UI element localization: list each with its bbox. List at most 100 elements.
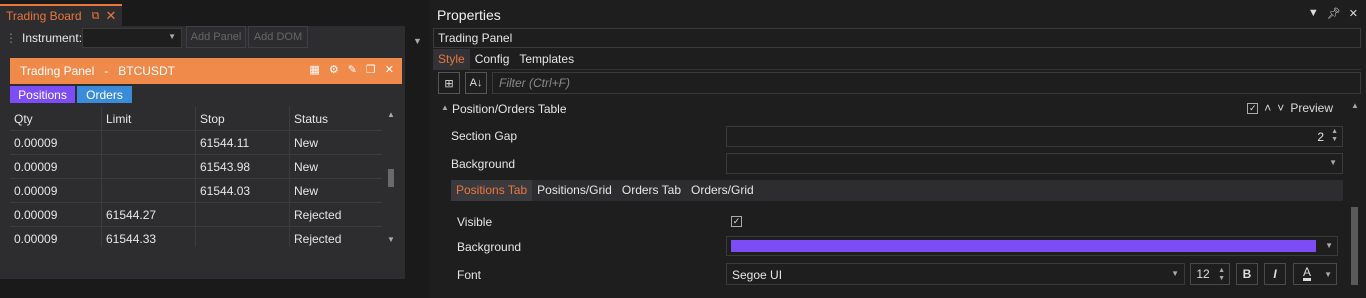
close-icon[interactable]: ✕ [385,63,394,76]
positions-subtabs: Positions Tab Positions/Grid Orders Tab … [451,180,1343,201]
tab-orders-tab[interactable]: Orders Tab [617,180,686,201]
column-header-status[interactable]: Status [290,107,382,131]
tab-style[interactable]: Style [433,49,470,69]
trading-panel-header[interactable]: Trading Panel - BTCUSDT ▦ ⚙ ✎ ❐ ✕ [10,58,402,84]
font-color-button[interactable]: A ▼ [1293,263,1337,285]
section-gap-label: Section Gap [451,129,518,143]
collapse-triangle-icon[interactable]: ▲ [441,103,449,112]
table-row[interactable]: 0.00009 61544.33 Rejected [10,227,382,247]
tab-templates[interactable]: Templates [514,49,579,69]
scroll-down-icon[interactable]: ▼ [387,235,395,244]
edit-icon[interactable]: ✎ [348,63,357,76]
font-family-select[interactable]: Segoe UI ▼ [726,263,1185,285]
properties-title: Properties [437,7,501,23]
tab-orders[interactable]: Orders [77,86,132,103]
table-row[interactable]: 0.00009 61544.11 New [10,131,382,155]
table-row[interactable]: 0.00009 61543.98 New [10,155,382,179]
font-family-value: Segoe UI [732,268,783,282]
column-header-limit[interactable]: Limit [102,107,196,131]
bold-button[interactable]: B [1236,263,1258,285]
chevron-down-icon: ▼ [1325,241,1333,250]
tab-positions-tab[interactable]: Positions Tab [451,180,533,201]
limit-cell [102,131,196,155]
tab-config[interactable]: Config [470,49,515,69]
spin-icon[interactable]: ▲ ▼ [1218,267,1225,283]
column-header-stop[interactable]: Stop [196,107,290,131]
section-title: Position/Orders Table [452,102,567,116]
close-icon[interactable]: ✕ [1349,7,1358,20]
font-label: Font [457,268,482,282]
chevron-up-icon[interactable]: ˄ [1264,101,1271,115]
instrument-select[interactable]: ▼ [82,28,182,48]
tab-orders-grid[interactable]: Orders/Grid [686,180,759,201]
properties-tabs: Style Config Templates [433,49,579,69]
grid-scrollbar[interactable]: ▲ ▼ [385,107,397,247]
chevron-down-icon: ▼ [168,32,176,41]
status-cell: New [294,136,319,150]
visible-checkbox[interactable]: ✓ [731,216,742,227]
add-panel-button[interactable]: Add Panel [186,26,246,48]
positions-background-color-picker[interactable]: ▼ [726,236,1338,256]
limit-cell [102,179,196,203]
dropdown-icon[interactable]: ▼ [1308,7,1319,20]
tab-positions[interactable]: Positions [10,86,75,103]
font-color-letter: A [1303,265,1312,279]
pin-icon[interactable]: 📌︎ [1327,7,1341,20]
tab-divider [433,69,1361,70]
section-header[interactable]: ▲ Position/Orders Table ✓ ˄ ˅ Preview [433,99,1345,119]
italic-button[interactable]: I [1264,263,1286,285]
stop-cell [196,203,290,227]
tab-trading-board[interactable]: Trading Board ⧉ ✕ [0,4,122,26]
spin-icon[interactable]: ▲ ▼ [1331,128,1338,144]
stop-cell: 61543.98 [196,155,290,179]
section-gap-value: 2 [1317,130,1324,144]
stop-cell: 61544.03 [196,179,290,203]
add-dom-button[interactable]: Add DOM [248,26,308,48]
close-icon[interactable]: ✕ [105,8,116,24]
sort-az-icon[interactable]: A↓ [465,72,487,94]
stop-cell [196,227,290,247]
tab-positions-grid[interactable]: Positions/Grid [532,180,617,201]
chevron-down-icon: ▼ [1171,269,1179,278]
stop-cell: 61544.11 [196,131,290,155]
properties-toolbar: ⊞ A↓ Filter (Ctrl+F) [433,72,1361,96]
grid-header-row: Qty Limit Stop Status [10,107,382,131]
toolbar-grip-icon[interactable]: ⋮ [5,31,17,45]
qty-cell: 0.00009 [10,179,102,203]
table-row[interactable]: 0.00009 61544.27 Rejected [10,203,382,227]
status-cell: New [294,184,319,198]
limit-cell: 61544.33 [102,227,196,247]
chart-icon[interactable]: ▦ [309,63,319,76]
chevron-down-icon: ▼ [1324,270,1332,279]
table-row[interactable]: 0.00009 61544.03 New [10,179,382,203]
float-window-icon[interactable]: ⧉ [92,10,100,23]
status-cell: New [294,160,319,174]
qty-cell: 0.00009 [10,155,102,179]
properties-header: Properties ▼ 📌︎ ✕ [431,5,1366,27]
chevron-down-icon[interactable]: ˅ [1277,101,1284,115]
qty-cell: 0.00009 [10,203,102,227]
instrument-label: Instrument: [22,31,83,45]
orders-grid: Qty Limit Stop Status 0.00009 61544.11 N… [10,107,382,247]
preview-checkbox[interactable]: ✓ [1247,102,1259,114]
gear-icon[interactable]: ⚙ [329,63,339,76]
maximize-icon[interactable]: ❐ [366,63,376,76]
status-cell: Rejected [294,208,342,222]
properties-scrollbar[interactable]: ▲ [1349,99,1361,285]
section-gap-input[interactable]: 2 ▲ ▼ [726,126,1343,147]
scroll-up-icon[interactable]: ▲ [1351,101,1359,110]
filter-input[interactable]: Filter (Ctrl+F) [492,72,1361,94]
column-header-qty[interactable]: Qty [10,107,102,131]
scroll-thumb[interactable] [1351,207,1358,285]
toolbar-overflow-icon[interactable]: ▼ [413,36,422,46]
limit-cell: 61544.27 [102,203,196,227]
font-size-stepper[interactable]: 12 ▲ ▼ [1190,263,1230,285]
categorized-view-icon[interactable]: ⊞ [438,72,460,94]
background-label: Background [451,157,516,171]
qty-cell: 0.00009 [10,227,102,247]
color-swatch [731,240,1316,252]
limit-cell [102,155,196,179]
background-select[interactable]: ▼ [726,153,1343,174]
scroll-up-icon[interactable]: ▲ [387,110,395,119]
scroll-thumb[interactable] [388,169,394,187]
